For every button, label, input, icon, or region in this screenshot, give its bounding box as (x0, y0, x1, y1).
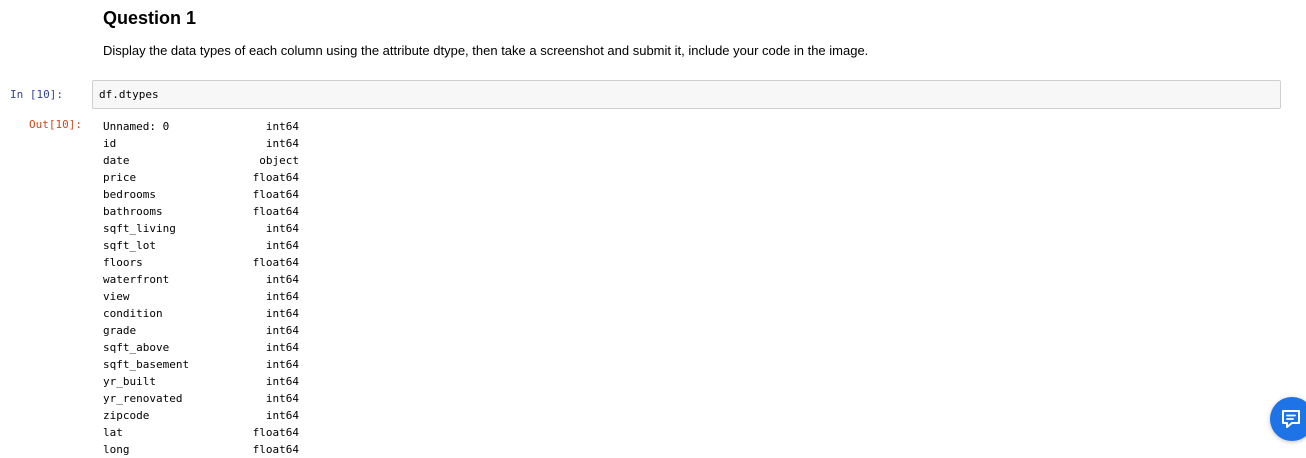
column-dtype: float64 (252, 426, 299, 439)
code-text[interactable]: df.dtypes (99, 88, 159, 102)
column-name: sqft_above (103, 341, 170, 354)
column-name: floors (103, 256, 143, 269)
dtype-row: sqft_above int64 (103, 339, 299, 356)
column-dtype: float64 (252, 171, 299, 184)
column-dtype: float64 (252, 256, 299, 269)
column-dtype: int64 (265, 307, 299, 320)
dtype-row: grade int64 (103, 322, 299, 339)
column-dtype: int64 (265, 375, 299, 388)
column-dtype: int64 (265, 358, 299, 371)
chat-feedback-icon (1282, 410, 1300, 428)
dtype-row: bathrooms float64 (103, 203, 299, 220)
column-dtype: float64 (252, 205, 299, 218)
column-name: yr_renovated (103, 392, 183, 405)
column-dtype: int64 (265, 341, 299, 354)
output-prompt: Out[10]: (29, 118, 82, 131)
column-dtype: float64 (252, 443, 299, 456)
column-name: sqft_basement (103, 358, 190, 371)
column-name: id (103, 137, 117, 150)
column-dtype: int64 (265, 137, 299, 150)
column-name: bathrooms (103, 205, 163, 218)
column-dtype: int64 (265, 324, 299, 337)
dtype-row: bedrooms float64 (103, 186, 299, 203)
column-name: long (103, 443, 130, 456)
dtype-row: yr_built int64 (103, 373, 299, 390)
column-dtype: object (259, 154, 299, 167)
column-dtype: int64 (265, 273, 299, 286)
dtype-row: sqft_basement int64 (103, 356, 299, 373)
column-name: lat (103, 426, 123, 439)
column-name: grade (103, 324, 137, 337)
dtype-row: condition int64 (103, 305, 299, 322)
output-area: Unnamed: 0 int64 id int64 date object price… (103, 118, 299, 458)
dtype-row: sqft_lot int64 (103, 237, 299, 254)
dtype-row: waterfront int64 (103, 271, 299, 288)
dtype-row: Unnamed: 0 int64 (103, 118, 299, 135)
column-name: view (103, 290, 130, 303)
dtype-row: view int64 (103, 288, 299, 305)
column-name: zipcode (103, 409, 150, 422)
question-instructions: Display the data types of each column us… (103, 43, 869, 58)
column-name: Unnamed: 0 (103, 120, 170, 133)
column-dtype: int64 (265, 392, 299, 405)
column-name: waterfront (103, 273, 170, 286)
column-name: yr_built (103, 375, 156, 388)
feedback-button[interactable] (1270, 397, 1306, 441)
dtype-row: sqft_living int64 (103, 220, 299, 237)
dtype-row: date object (103, 152, 299, 169)
column-dtype: float64 (252, 188, 299, 201)
column-dtype: int64 (265, 120, 299, 133)
input-prompt: In [10]: (10, 88, 63, 101)
dtype-row: lat float64 (103, 424, 299, 441)
column-dtype: int64 (265, 290, 299, 303)
column-name: price (103, 171, 137, 184)
column-name: date (103, 154, 130, 167)
dtype-row: yr_renovated int64 (103, 390, 299, 407)
column-dtype: int64 (265, 222, 299, 235)
column-name: sqft_living (103, 222, 176, 235)
question-heading: Question 1 (103, 8, 197, 28)
dtype-row: zipcode int64 (103, 407, 299, 424)
column-name: condition (103, 307, 163, 320)
dtype-row: id int64 (103, 135, 299, 152)
column-name: sqft_lot (103, 239, 156, 252)
code-input-area[interactable]: df.dtypes (92, 80, 1281, 109)
dtype-row: price float64 (103, 169, 299, 186)
column-dtype: int64 (265, 409, 299, 422)
dtype-row: floors float64 (103, 254, 299, 271)
column-name: bedrooms (103, 188, 156, 201)
dtype-row: long float64 (103, 441, 299, 458)
column-dtype: int64 (265, 239, 299, 252)
